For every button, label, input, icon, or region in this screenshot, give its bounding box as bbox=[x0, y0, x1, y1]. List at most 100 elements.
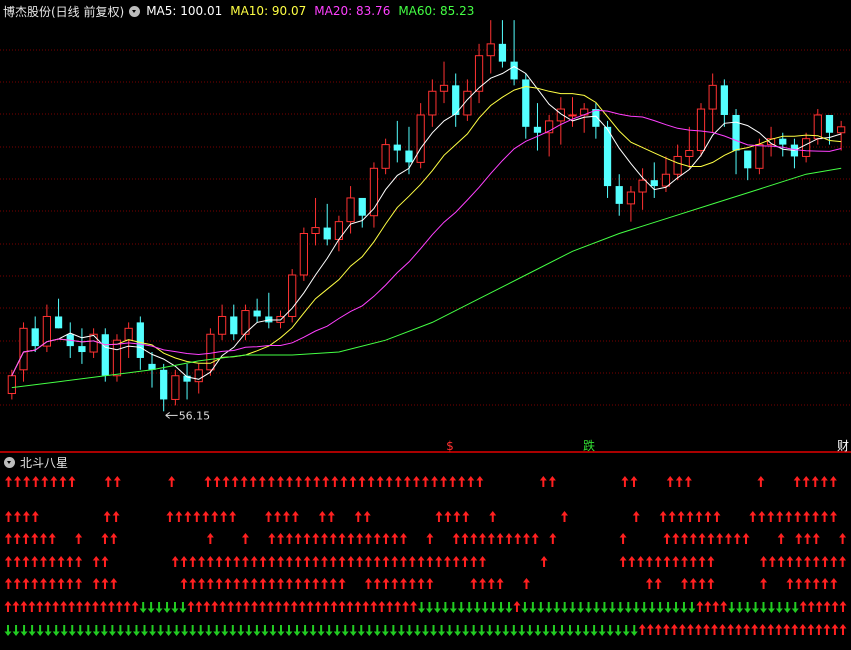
up-arrow-icon bbox=[479, 578, 487, 589]
up-arrow-icon bbox=[666, 476, 674, 487]
up-arrow-icon bbox=[839, 533, 847, 544]
up-arrow-icon bbox=[112, 511, 120, 522]
up-arrow-icon bbox=[462, 511, 470, 522]
up-arrow-icon bbox=[645, 556, 653, 567]
up-arrow-icon bbox=[286, 476, 294, 487]
up-arrow-icon bbox=[231, 476, 239, 487]
down-arrow-icon bbox=[237, 625, 245, 636]
up-arrow-icon bbox=[103, 511, 111, 522]
up-arrow-icon bbox=[291, 511, 299, 522]
up-arrow-icon bbox=[28, 601, 36, 612]
up-arrow-icon bbox=[839, 556, 847, 567]
down-arrow-icon bbox=[590, 625, 598, 636]
up-arrow-icon bbox=[347, 556, 355, 567]
candle bbox=[217, 304, 227, 341]
candle-body bbox=[732, 114, 740, 151]
chevron-down-icon[interactable] bbox=[4, 456, 15, 468]
down-arrow-icon bbox=[550, 625, 558, 636]
up-arrow-icon bbox=[265, 511, 273, 522]
up-arrow-icon bbox=[767, 624, 775, 635]
up-arrow-icon bbox=[376, 476, 384, 487]
candle bbox=[615, 174, 623, 216]
up-arrow-icon bbox=[48, 533, 56, 544]
up-arrow-icon bbox=[59, 476, 67, 487]
up-arrow-icon bbox=[115, 601, 123, 612]
up-arrow-icon bbox=[373, 578, 381, 589]
up-arrow-icon bbox=[321, 533, 329, 544]
up-arrow-icon bbox=[646, 624, 654, 635]
ma20-line bbox=[11, 109, 842, 376]
up-arrow-icon bbox=[229, 511, 237, 522]
up-arrow-icon bbox=[373, 556, 381, 567]
up-arrow-icon bbox=[22, 556, 30, 567]
up-arrow-icon bbox=[211, 511, 219, 522]
up-arrow-icon bbox=[338, 578, 346, 589]
up-arrow-icon bbox=[417, 556, 425, 567]
up-arrow-icon bbox=[31, 511, 39, 522]
up-arrow-icon bbox=[110, 533, 118, 544]
up-arrow-icon bbox=[724, 533, 732, 544]
down-arrow-icon bbox=[165, 625, 173, 636]
candle bbox=[171, 369, 180, 406]
indicator-panel[interactable]: 北斗八星 bbox=[0, 452, 851, 646]
up-arrow-icon bbox=[329, 533, 337, 544]
up-arrow-icon bbox=[426, 556, 434, 567]
candle bbox=[381, 138, 390, 175]
indicator-row bbox=[4, 556, 847, 567]
down-arrow-icon bbox=[577, 602, 585, 613]
price-chart-panel[interactable]: 56.15 $ 跌 财 博杰股份(日线 前复权) MA5: 100.01 MA10: … bbox=[0, 0, 851, 453]
down-arrow-icon bbox=[221, 625, 229, 636]
up-arrow-icon bbox=[386, 601, 394, 612]
down-arrow-icon bbox=[791, 602, 799, 613]
up-arrow-icon bbox=[831, 624, 839, 635]
up-arrow-icon bbox=[107, 601, 115, 612]
up-arrow-icon bbox=[470, 533, 478, 544]
up-arrow-icon bbox=[760, 556, 768, 567]
up-arrow-icon bbox=[356, 556, 364, 567]
chevron-down-icon[interactable] bbox=[129, 5, 141, 17]
up-arrow-icon bbox=[821, 556, 829, 567]
up-arrow-icon bbox=[522, 578, 530, 589]
up-arrow-icon bbox=[382, 556, 390, 567]
up-arrow-icon bbox=[716, 533, 724, 544]
up-arrow-icon bbox=[101, 578, 109, 589]
up-arrow-icon bbox=[66, 578, 74, 589]
indicator-chart[interactable] bbox=[0, 452, 851, 646]
candle bbox=[31, 316, 39, 353]
up-arrow-icon bbox=[378, 601, 386, 612]
up-arrow-icon bbox=[20, 601, 28, 612]
up-arrow-icon bbox=[400, 556, 408, 567]
up-arrow-icon bbox=[268, 556, 276, 567]
down-arrow-icon bbox=[60, 625, 68, 636]
up-arrow-icon bbox=[13, 556, 21, 567]
indicator-row bbox=[4, 624, 847, 636]
candle bbox=[744, 150, 752, 181]
up-arrow-icon bbox=[675, 476, 683, 487]
candle-body bbox=[626, 191, 636, 205]
up-arrow-icon bbox=[637, 556, 645, 567]
up-arrow-icon bbox=[549, 533, 557, 544]
candle-body bbox=[603, 126, 612, 187]
up-arrow-icon bbox=[4, 533, 12, 544]
candle bbox=[486, 20, 495, 74]
candle bbox=[708, 73, 717, 133]
candle bbox=[696, 103, 706, 157]
candle-body bbox=[358, 197, 366, 216]
candle-body bbox=[825, 114, 834, 133]
up-arrow-icon bbox=[101, 556, 109, 567]
up-arrow-icon bbox=[235, 601, 243, 612]
up-arrow-icon bbox=[743, 624, 751, 635]
up-arrow-icon bbox=[470, 556, 478, 567]
candle bbox=[241, 304, 250, 341]
up-arrow-icon bbox=[684, 476, 692, 487]
up-arrow-icon bbox=[259, 578, 267, 589]
up-arrow-icon bbox=[168, 476, 176, 487]
up-arrow-icon bbox=[340, 476, 348, 487]
price-chart[interactable]: 56.15 $ 跌 财 bbox=[0, 0, 851, 453]
up-arrow-icon bbox=[663, 556, 671, 567]
up-arrow-icon bbox=[363, 511, 371, 522]
up-arrow-icon bbox=[356, 533, 364, 544]
up-arrow-icon bbox=[277, 556, 285, 567]
candle-body bbox=[393, 144, 401, 151]
candle-body bbox=[160, 369, 168, 400]
